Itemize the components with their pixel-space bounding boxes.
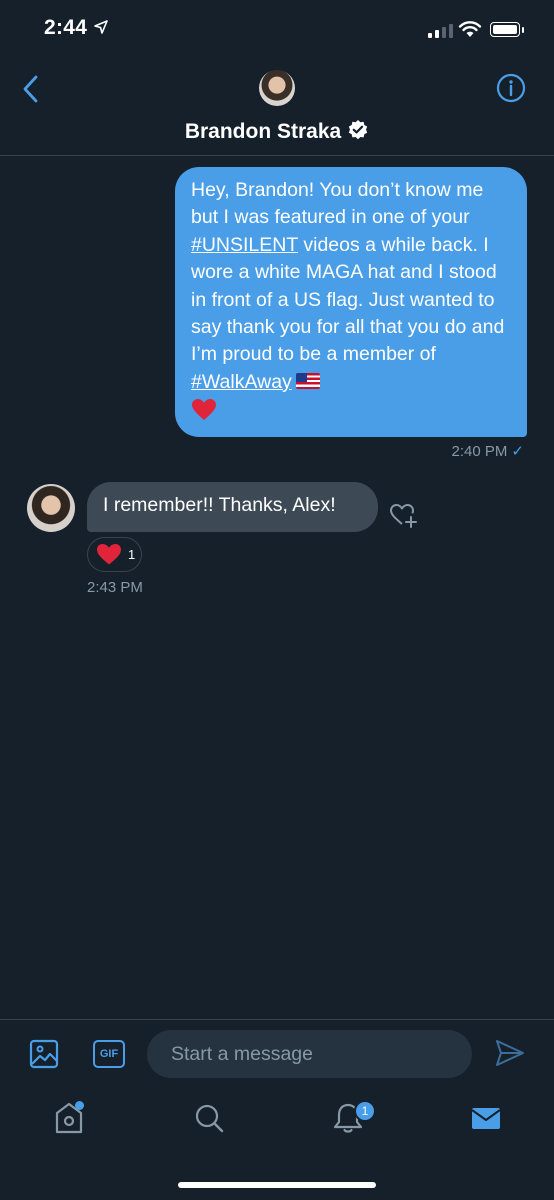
sent-time: 2:40 PM [451, 443, 508, 460]
search-icon[interactable] [193, 1099, 225, 1135]
us-flag-emoji [295, 372, 320, 389]
red-heart-emoji [192, 399, 216, 421]
home-indicator[interactable] [178, 1182, 376, 1188]
received-message-bubble[interactable]: I remember!! Thanks, Alex! [87, 482, 378, 532]
received-timestamp: 2:43 PM [87, 579, 143, 596]
sent-timestamp: 2:40 PM ✓ [452, 442, 524, 460]
battery-icon [490, 22, 520, 37]
sent-message-bubble[interactable]: Hey, Brandon! You don’t know me but I wa… [175, 167, 527, 437]
sent-text-1: Hey, Brandon! You don’t know me but I wa… [191, 179, 484, 229]
header-avatar[interactable] [259, 70, 295, 106]
notification-badge: 1 [354, 1100, 376, 1122]
location-arrow-icon [94, 20, 108, 34]
signal-icon [428, 24, 453, 38]
contact-avatar[interactable] [27, 484, 75, 532]
home-notification-dot [75, 1101, 84, 1110]
header-divider [0, 155, 554, 156]
reaction-pill[interactable]: 1 [87, 537, 142, 572]
hashtag-link[interactable]: #WalkAway [191, 371, 292, 393]
conversation-title[interactable]: Brandon Straka [0, 120, 554, 144]
status-time: 2:44 [44, 16, 88, 39]
gif-icon[interactable]: GIF [93, 1040, 125, 1068]
send-icon[interactable] [495, 1039, 525, 1067]
verified-icon [348, 120, 368, 140]
image-icon[interactable] [29, 1039, 59, 1069]
back-icon[interactable] [20, 74, 42, 104]
info-icon[interactable] [496, 73, 526, 103]
mail-icon[interactable] [470, 1099, 502, 1135]
reaction-count: 1 [128, 547, 136, 562]
battery-cap [522, 27, 524, 33]
wifi-icon [458, 21, 482, 37]
message-input[interactable] [147, 1030, 472, 1078]
heart-icon [97, 544, 121, 565]
add-reaction-icon[interactable] [388, 500, 420, 532]
hashtag-link[interactable]: #UNSILENT [191, 234, 298, 256]
read-check-icon: ✓ [511, 443, 524, 460]
composer-divider [0, 1019, 554, 1020]
contact-name: Brandon Straka [184, 120, 342, 143]
